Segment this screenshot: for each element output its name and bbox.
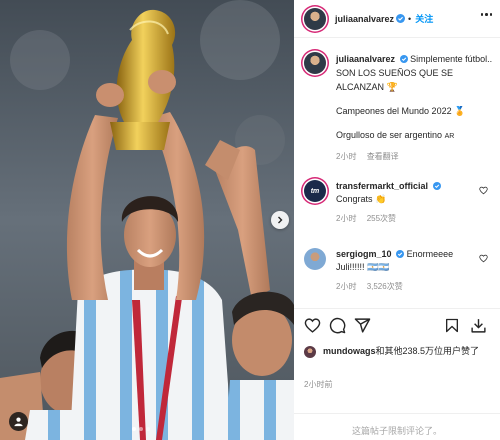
author-username[interactable]: juliaanalvarez	[335, 14, 394, 24]
comment-text: Congrats	[336, 194, 373, 204]
carousel-indicator	[132, 427, 150, 431]
comment-time: 2小时	[336, 282, 357, 291]
verified-icon	[396, 14, 406, 23]
more-options-button[interactable]	[480, 13, 492, 16]
comment-avatar-logo: tm	[310, 187, 320, 195]
next-photo-button[interactable]	[271, 211, 289, 229]
see-translation-link[interactable]: 查看翻译	[367, 152, 399, 161]
carousel-dot	[146, 427, 150, 431]
liker-username[interactable]: mundowags	[323, 346, 376, 356]
caption-author-avatar[interactable]	[304, 52, 326, 74]
caption-proud: Orgulloso de ser argentino	[336, 130, 443, 140]
likes-summary[interactable]: mundowags和其他238.5万位用户赞了	[304, 345, 494, 358]
comment-avatar[interactable]	[304, 248, 326, 270]
post-header: juliaanalvarez • 关注	[294, 0, 500, 38]
post-caption: juliaanalvarez Simplemente fútbol.. SON …	[304, 52, 494, 164]
liker-avatar	[304, 346, 316, 358]
tagged-people-button[interactable]	[9, 412, 28, 431]
more-icon	[480, 13, 492, 16]
download-icon[interactable]	[470, 317, 487, 334]
bookmark-icon[interactable]	[444, 317, 460, 334]
follow-button[interactable]: 关注	[415, 12, 433, 25]
verified-icon	[396, 250, 405, 258]
person-tag-icon	[14, 417, 23, 427]
post-side-panel: juliaanalvarez • 关注 juliaanalvarez Simpl…	[294, 0, 500, 440]
post-time: 2小时前	[304, 380, 333, 389]
comment-avatar[interactable]: tm	[304, 180, 326, 202]
comments-limited-notice: 这篇帖子限制评论了。	[294, 413, 500, 437]
medal-emoji: 🏅	[454, 106, 466, 116]
heart-icon[interactable]	[304, 317, 321, 334]
caption-time: 2小时	[336, 152, 357, 161]
comment-icon[interactable]	[329, 317, 346, 334]
comment-item: tm transfermarkt_official Congrats 👏 2小时…	[304, 180, 494, 225]
caption-username[interactable]: juliaanalvarez	[336, 54, 395, 64]
comment-time: 2小时	[336, 214, 357, 223]
comment-item: sergiogm_10 Enormeeee Juli!!!!!! 🇦🇷🇦🇷 2小…	[304, 248, 494, 293]
likes-count-text: 和其他238.5万位用户赞了	[375, 346, 480, 356]
argentina-flag-emoji: AR	[444, 133, 455, 140]
post-actions: mundowags和其他238.5万位用户赞了 2小时前 这篇帖子限制评论了。	[294, 308, 500, 440]
comment-username[interactable]: transfermarkt_official	[336, 181, 428, 191]
heart-icon[interactable]	[479, 186, 488, 195]
carousel-dot	[132, 427, 136, 431]
heart-icon[interactable]	[479, 254, 488, 263]
verified-icon	[432, 182, 441, 190]
comment-likes[interactable]: 255次赞	[367, 214, 396, 223]
post-photo[interactable]	[0, 0, 294, 440]
share-icon[interactable]	[354, 317, 371, 334]
comment-likes[interactable]: 3,526次赞	[367, 282, 403, 291]
comment-emoji: 👏	[375, 194, 387, 204]
comments-section: juliaanalvarez Simplemente fútbol.. SON …	[294, 38, 500, 308]
carousel-dot	[139, 427, 143, 431]
chevron-right-icon	[278, 216, 283, 224]
trophy-emoji: 🏆	[386, 82, 398, 92]
verified-icon	[399, 55, 408, 63]
caption-champions: Campeones del Mundo 2022	[336, 106, 452, 116]
separator-dot: •	[408, 13, 412, 24]
trophy-celebration-photo	[0, 0, 294, 440]
comment-username[interactable]: sergiogm_10	[336, 249, 392, 259]
author-avatar[interactable]	[304, 7, 326, 30]
comment-emoji: 🇦🇷🇦🇷	[367, 262, 390, 272]
